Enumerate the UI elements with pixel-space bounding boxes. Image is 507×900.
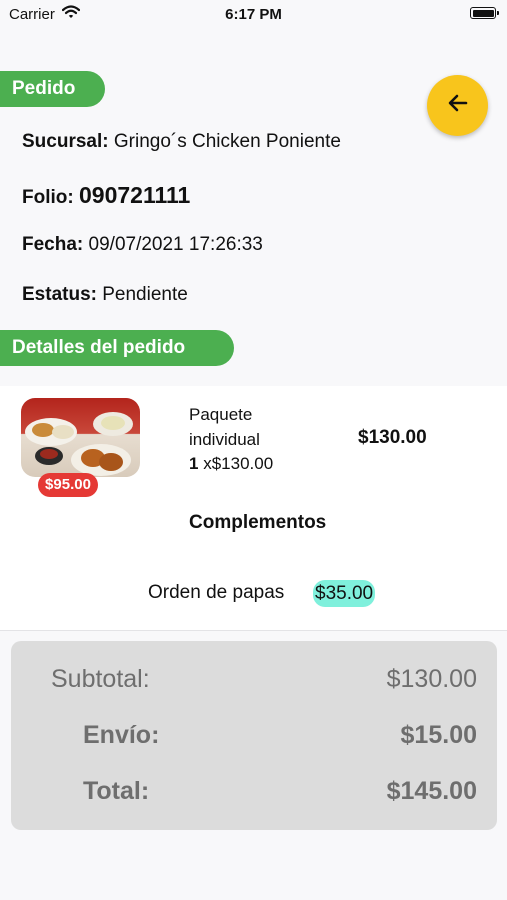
- item-name: Paquete individual: [189, 405, 260, 449]
- total-label: Total:: [83, 777, 150, 805]
- envio-value: $15.00: [400, 721, 477, 749]
- estatus-value: Pendiente: [102, 284, 188, 305]
- item-unit-price: x$130.00: [203, 454, 274, 473]
- totals-card: Subtotal: $130.00 Envío: $15.00 Total: $…: [11, 641, 497, 830]
- clock: 6:17 PM: [225, 6, 282, 23]
- total-value: $145.00: [386, 777, 477, 805]
- product-image: [21, 398, 140, 477]
- subtotal-label: Subtotal:: [51, 665, 150, 693]
- sucursal-value: Gringo´s Chicken Poniente: [113, 131, 341, 152]
- complement-name: Orden de papas: [148, 582, 285, 603]
- sucursal-row: Sucursal: Gringo´s Chicken Poniente: [22, 131, 341, 153]
- divider: [0, 630, 507, 631]
- estatus-label: Estatus:: [22, 284, 97, 305]
- item-total-price: $130.00: [358, 427, 427, 448]
- folio-value: 090721111: [78, 182, 191, 208]
- section-tag-detalles: Detalles del pedido: [0, 330, 234, 366]
- sucursal-label: Sucursal:: [22, 131, 109, 152]
- envio-label: Envío:: [83, 721, 160, 749]
- item-quantity: 1: [189, 454, 199, 473]
- product-price-badge: $95.00: [38, 473, 98, 497]
- fecha-label: Fecha:: [22, 234, 84, 255]
- battery-icon: [470, 7, 499, 19]
- complementos-title: Complementos: [189, 512, 327, 533]
- status-bar: Carrier 6:17 PM: [0, 0, 507, 30]
- folio-label: Folio:: [22, 187, 74, 208]
- estatus-row: Estatus: Pendiente: [22, 284, 188, 306]
- item-quantity-line: 1 x$130.00: [189, 454, 273, 474]
- subtotal-value: $130.00: [386, 665, 477, 693]
- section-tag-pedido: Pedido: [0, 71, 105, 107]
- fecha-value: 09/07/2021 17:26:33: [88, 234, 263, 255]
- complement-price: $35.00: [313, 580, 376, 607]
- folio-row: Folio: 090721111: [22, 182, 190, 209]
- fecha-row: Fecha: 09/07/2021 17:26:33: [22, 234, 263, 256]
- arrow-left-icon: [448, 94, 468, 117]
- back-button[interactable]: [427, 75, 488, 136]
